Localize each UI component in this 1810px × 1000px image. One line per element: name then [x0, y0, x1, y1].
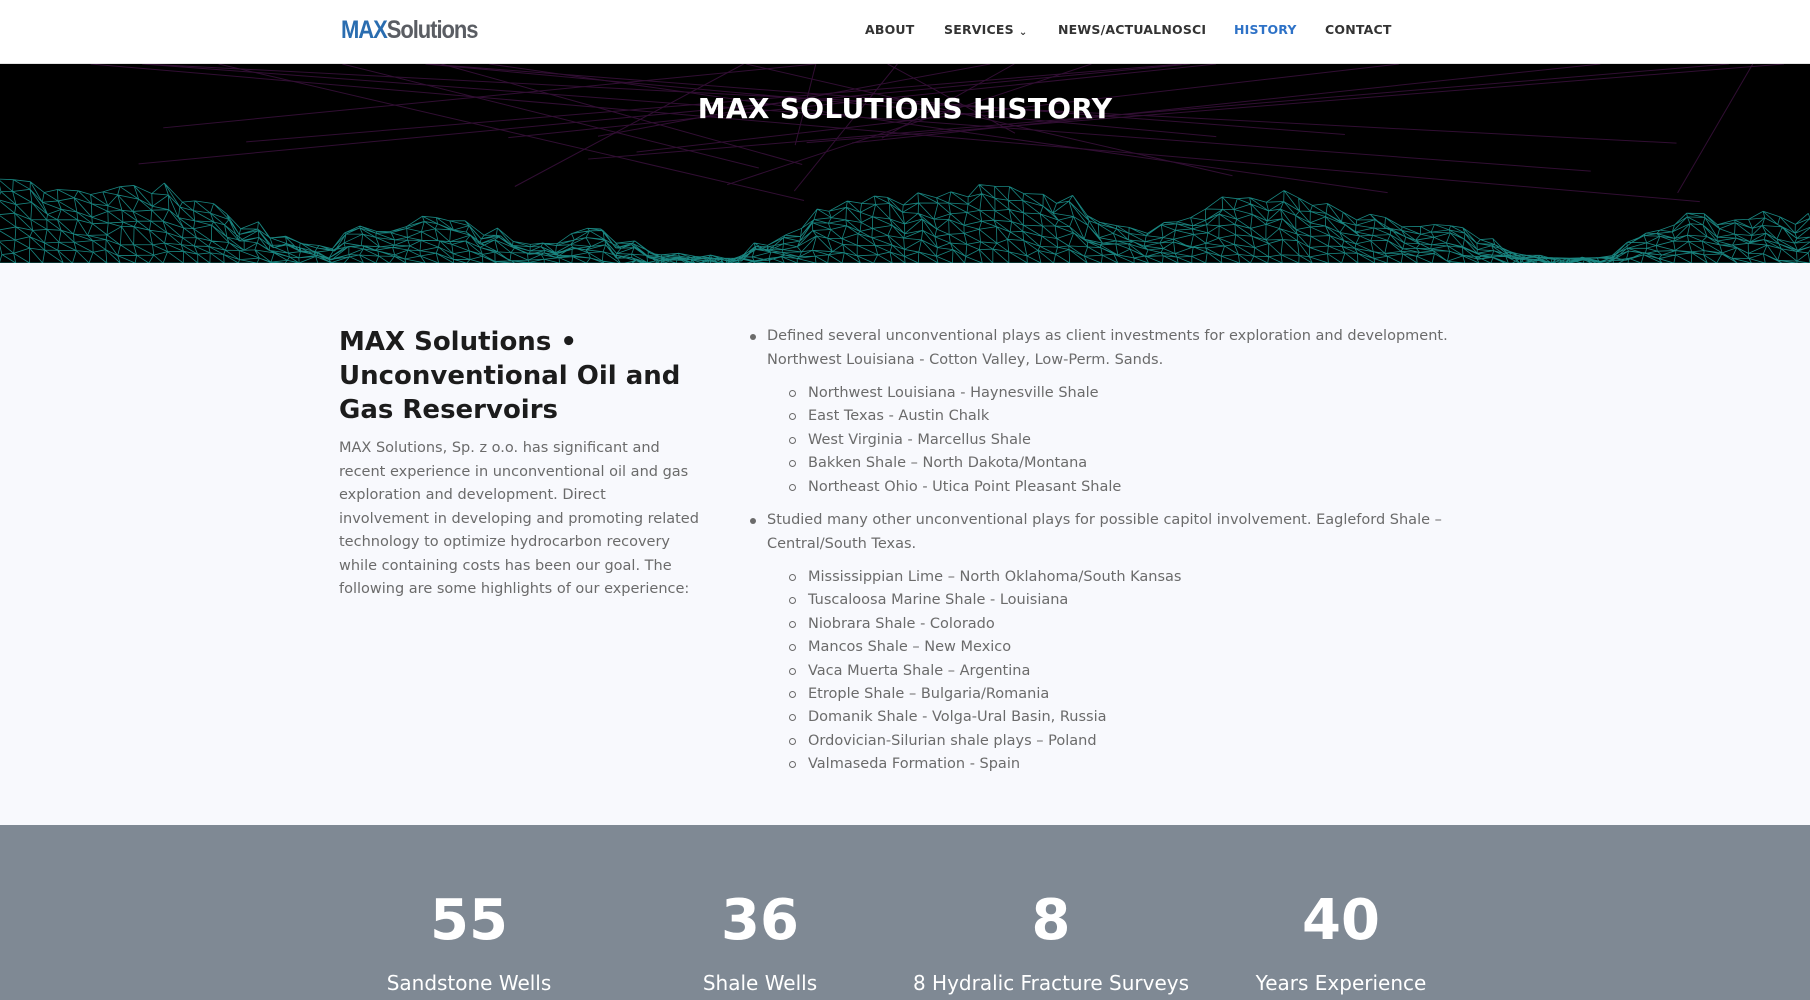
list-item: Northwest Louisiana - Haynesville Shale — [789, 382, 1478, 405]
circle-bullet-icon — [789, 460, 796, 468]
hero-banner: MAX SOLUTIONS HISTORY — [0, 64, 1810, 263]
circle-bullet-icon — [789, 644, 796, 652]
circle-bullet-icon — [789, 761, 796, 769]
list-item-text: Niobrara Shale - Colorado — [808, 615, 995, 632]
nav-news[interactable]: NEWS/ACTUALNOSCI — [1058, 22, 1206, 37]
circle-bullet-icon — [789, 714, 796, 722]
list-item-text: Northeast Ohio - Utica Point Pleasant Sh… — [808, 478, 1122, 495]
nav-services[interactable]: SERVICES ⌄ — [944, 22, 1028, 38]
highlight-text: Defined several unconventional plays as … — [767, 328, 1448, 368]
bullet-icon — [750, 334, 756, 340]
list-item-text: Etrople Shale – Bulgaria/Romania — [808, 686, 1050, 703]
circle-bullet-icon — [789, 390, 796, 397]
stat-label: Years Experience — [1255, 971, 1427, 995]
stat-sandstone-wells: 55 Sandstone Wells — [329, 890, 609, 996]
nav-history[interactable]: HISTORY — [1234, 22, 1297, 37]
stat-number: 40 — [1302, 888, 1380, 953]
stat-number: 36 — [721, 888, 799, 953]
site-header: MAXSolutions ABOUT SERVICES ⌄ NEWS/ACTUAL… — [0, 0, 1810, 64]
stat-label: 8 Hydralic Fracture Surveys — [912, 971, 1190, 995]
highlight-text: Studied many other unconventional plays … — [767, 512, 1442, 552]
highlight-item: Studied many other unconventional plays … — [748, 509, 1478, 777]
list-item: Tuscaloosa Marine Shale - Louisiana — [789, 589, 1478, 612]
history-section: MAX Solutions • Unconventional Oil and G… — [0, 263, 1810, 825]
list-item: East Texas - Austin Chalk — [789, 405, 1478, 428]
main-nav: ABOUT SERVICES ⌄ NEWS/ACTUALNOSCI HISTORY… — [0, 22, 1810, 42]
stat-years-experience: 40 Years Experience — [1201, 890, 1481, 996]
list-item: Mississippian Lime – North Oklahoma/Sout… — [789, 566, 1478, 589]
list-item-text: East Texas - Austin Chalk — [808, 408, 990, 425]
list-item: Domanik Shale - Volga-Ural Basin, Russia — [789, 706, 1478, 729]
circle-bullet-icon — [789, 691, 796, 699]
play-list: Mississippian Lime – North Oklahoma/Sout… — [789, 566, 1478, 777]
circle-bullet-icon — [789, 574, 796, 582]
list-item: Valmaseda Formation - Spain — [789, 753, 1478, 776]
bullet-icon — [750, 518, 756, 525]
page-title: MAX SOLUTIONS HISTORY — [697, 92, 1113, 125]
circle-bullet-icon — [789, 597, 796, 605]
list-item: West Virginia - Marcellus Shale — [789, 429, 1478, 452]
highlights-column: Defined several unconventional plays as … — [748, 325, 1478, 787]
list-item-text: Tuscaloosa Marine Shale - Louisiana — [808, 592, 1069, 609]
circle-bullet-icon — [789, 737, 796, 745]
list-item-text: Domanik Shale - Volga-Ural Basin, Russia — [808, 709, 1107, 726]
list-item-text: West Virginia - Marcellus Shale — [808, 431, 1031, 448]
list-item-text: Mancos Shale – New Mexico — [808, 639, 1012, 656]
intro-heading: MAX Solutions • Unconventional Oil and G… — [339, 327, 681, 425]
list-item: Niobrara Shale - Colorado — [789, 613, 1478, 636]
list-item-text: Vaca Muerta Shale – Argentina — [808, 662, 1031, 679]
stats-section: 55 Sandstone Wells 36 Shale Wells 8 8 Hy… — [0, 825, 1810, 1000]
circle-bullet-icon — [789, 436, 796, 444]
circle-bullet-icon — [789, 413, 796, 421]
stat-number: 55 — [430, 888, 508, 953]
list-item: Mancos Shale – New Mexico — [789, 636, 1478, 659]
list-item-text: Bakken Shale – North Dakota/Montana — [808, 455, 1088, 472]
stat-shale-wells: 36 Shale Wells — [620, 890, 900, 996]
stat-label: Sandstone Wells — [386, 971, 552, 995]
highlights-list: Defined several unconventional plays as … — [748, 325, 1478, 777]
list-item: Northeast Ohio - Utica Point Pleasant Sh… — [789, 476, 1478, 499]
nav-about[interactable]: ABOUT — [865, 22, 915, 37]
nav-services-label: SERVICES — [944, 22, 1014, 37]
intro-text: MAX Solutions, Sp. z o.o. has significan… — [339, 440, 699, 597]
list-item: Etrople Shale – Bulgaria/Romania — [789, 683, 1478, 706]
play-list: Northwest Louisiana - Haynesville Shale … — [789, 382, 1478, 499]
circle-bullet-icon — [789, 483, 796, 491]
list-item-text: Northwest Louisiana - Haynesville Shale — [808, 385, 1099, 401]
circle-bullet-icon — [789, 667, 796, 675]
intro-column: MAX Solutions • Unconventional Oil and G… — [339, 325, 699, 602]
list-item-text: Mississippian Lime – North Oklahoma/Sout… — [808, 569, 1182, 586]
circle-bullet-icon — [789, 620, 796, 628]
nav-contact[interactable]: CONTACT — [1325, 22, 1392, 37]
list-item: Ordovician-Silurian shale plays – Poland — [789, 730, 1478, 753]
highlight-item: Defined several unconventional plays as … — [748, 325, 1478, 499]
chevron-down-icon: ⌄ — [1018, 27, 1028, 38]
stat-number: 8 — [1031, 888, 1071, 953]
list-item: Bakken Shale – North Dakota/Montana — [789, 452, 1478, 475]
list-item: Vaca Muerta Shale – Argentina — [789, 660, 1478, 683]
stat-fracture-surveys: 8 8 Hydralic Fracture Surveys — [911, 890, 1191, 996]
stat-label: Shale Wells — [702, 971, 818, 995]
list-item-text: Valmaseda Formation - Spain — [808, 756, 1021, 773]
list-item-text: Ordovician-Silurian shale plays – Poland — [808, 732, 1097, 749]
